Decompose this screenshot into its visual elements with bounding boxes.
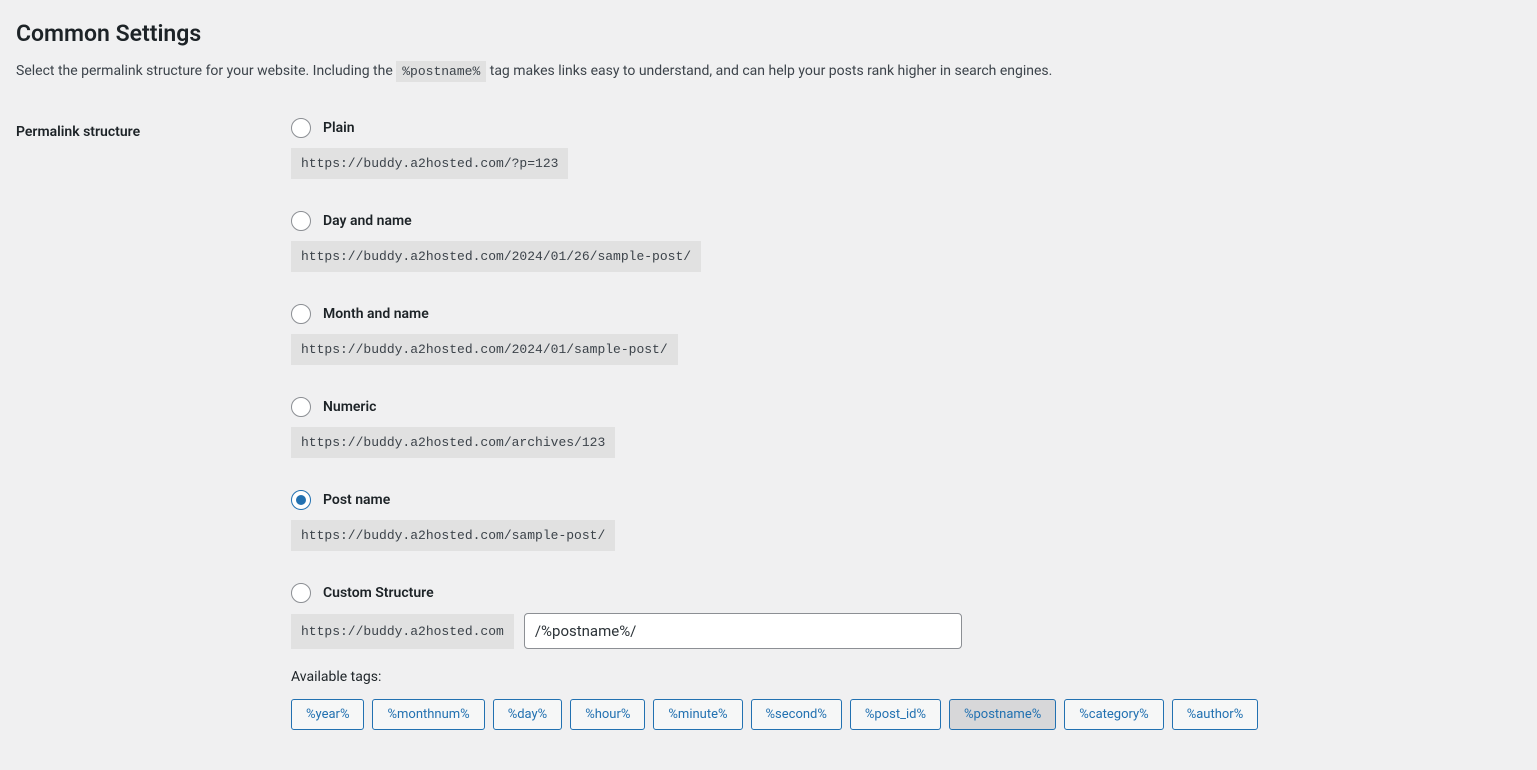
permalink-options: Plain https://buddy.a2hosted.com/?p=123 … xyxy=(291,118,1521,730)
example-post-name: https://buddy.a2hosted.com/sample-post/ xyxy=(291,520,615,551)
option-plain: Plain https://buddy.a2hosted.com/?p=123 xyxy=(291,118,1521,179)
example-month-name: https://buddy.a2hosted.com/2024/01/sampl… xyxy=(291,334,678,365)
label-numeric[interactable]: Numeric xyxy=(323,399,376,415)
tag-hour[interactable]: %hour% xyxy=(570,699,645,730)
description-text-before: Select the permalink structure for your … xyxy=(16,63,396,79)
tag-category[interactable]: %category% xyxy=(1064,699,1163,730)
radio-month-name[interactable] xyxy=(291,304,311,324)
radio-plain[interactable] xyxy=(291,118,311,138)
tag-postname[interactable]: %postname% xyxy=(949,699,1056,730)
label-day-name[interactable]: Day and name xyxy=(323,213,412,229)
radio-post-name[interactable] xyxy=(291,490,311,510)
label-custom[interactable]: Custom Structure xyxy=(323,585,434,601)
tag-day[interactable]: %day% xyxy=(493,699,563,730)
tag-post-id[interactable]: %post_id% xyxy=(850,699,941,730)
tag-year[interactable]: %year% xyxy=(291,699,364,730)
tag-author[interactable]: %author% xyxy=(1172,699,1259,730)
label-month-name[interactable]: Month and name xyxy=(323,306,429,322)
description-text-after: tag makes links easy to understand, and … xyxy=(490,63,1053,79)
option-numeric: Numeric https://buddy.a2hosted.com/archi… xyxy=(291,397,1521,458)
example-numeric: https://buddy.a2hosted.com/archives/123 xyxy=(291,427,615,458)
custom-structure-input[interactable] xyxy=(524,613,962,649)
radio-day-name[interactable] xyxy=(291,211,311,231)
example-plain: https://buddy.a2hosted.com/?p=123 xyxy=(291,148,568,179)
section-title: Common Settings xyxy=(16,20,1521,47)
option-custom: Custom Structure https://buddy.a2hosted.… xyxy=(291,583,1521,730)
postname-tag-inline: %postname% xyxy=(396,61,486,82)
label-plain[interactable]: Plain xyxy=(323,120,355,136)
section-description: Select the permalink structure for your … xyxy=(16,61,1521,82)
option-day-name: Day and name https://buddy.a2hosted.com/… xyxy=(291,211,1521,272)
tag-minute[interactable]: %minute% xyxy=(653,699,742,730)
available-tags-label: Available tags: xyxy=(291,669,1521,685)
example-day-name: https://buddy.a2hosted.com/2024/01/26/sa… xyxy=(291,241,701,272)
option-post-name: Post name https://buddy.a2hosted.com/sam… xyxy=(291,490,1521,551)
option-month-name: Month and name https://buddy.a2hosted.co… xyxy=(291,304,1521,365)
radio-custom[interactable] xyxy=(291,583,311,603)
custom-base-url: https://buddy.a2hosted.com xyxy=(291,614,514,649)
tag-monthnum[interactable]: %monthnum% xyxy=(372,699,484,730)
available-tags-row: %year% %monthnum% %day% %hour% %minute% … xyxy=(291,699,1521,730)
radio-numeric[interactable] xyxy=(291,397,311,417)
tag-second[interactable]: %second% xyxy=(751,699,842,730)
label-post-name[interactable]: Post name xyxy=(323,492,390,508)
permalink-structure-label: Permalink structure xyxy=(16,118,291,140)
